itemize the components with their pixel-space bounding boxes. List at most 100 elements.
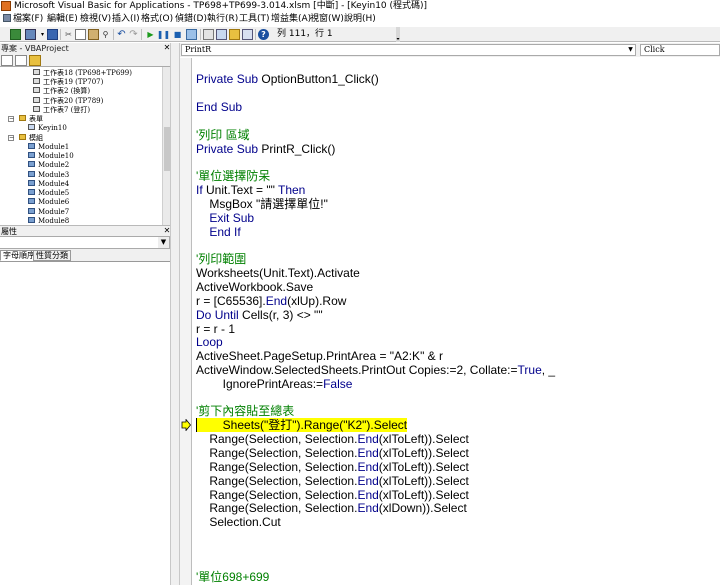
code-line: If Unit.Text = "" Then bbox=[196, 183, 305, 197]
sheet-icon bbox=[33, 87, 40, 93]
menu-edit-label: 編輯(E) bbox=[47, 14, 78, 24]
code-line: Range(Selection, Selection.End(xlToLeft)… bbox=[196, 446, 469, 460]
tree-item[interactable]: Module5 bbox=[28, 189, 69, 198]
menu-run[interactable]: 執行(R) bbox=[207, 12, 238, 27]
module-icon bbox=[28, 189, 35, 195]
tree-item[interactable]: Module1 bbox=[28, 143, 69, 152]
menu-addins[interactable]: 增益集(A) bbox=[271, 12, 311, 27]
tree-item-label: Module10 bbox=[38, 152, 74, 160]
tree-item-label: Module7 bbox=[38, 208, 70, 216]
code-line: Range(Selection, Selection.End(xlToLeft)… bbox=[196, 460, 469, 474]
design-mode-icon[interactable] bbox=[186, 29, 197, 40]
toolbox-icon[interactable] bbox=[242, 29, 253, 40]
collapse-icon[interactable]: − bbox=[8, 135, 14, 141]
code-line-text: '列印 區域 bbox=[196, 128, 250, 142]
undo-icon[interactable]: ↶ bbox=[116, 29, 127, 40]
cursor-position: 列 111，行 1 bbox=[277, 29, 333, 39]
paste-icon[interactable] bbox=[88, 29, 99, 40]
collapse-icon[interactable]: − bbox=[8, 116, 14, 122]
tree-item[interactable]: 工作表20 (TP789) bbox=[33, 97, 103, 106]
code-line: Do Until Cells(r, 3) <> "" bbox=[196, 308, 323, 322]
code-line: Private Sub OptionButton1_Click() bbox=[196, 72, 379, 86]
menu-window[interactable]: 視窗(W) bbox=[310, 12, 344, 27]
insert-userform-icon[interactable] bbox=[25, 29, 36, 40]
view-code-icon[interactable] bbox=[1, 55, 13, 66]
properties-title: 屬性 bbox=[0, 225, 170, 236]
save-icon[interactable] bbox=[47, 29, 58, 40]
break-icon[interactable]: ❚❚ bbox=[157, 29, 170, 40]
project-explorer-icon[interactable] bbox=[203, 29, 214, 40]
highlighted-statement: Sheets("登打").Range("K2").Select bbox=[196, 418, 408, 432]
procedure-select[interactable]: Click bbox=[640, 44, 720, 56]
toolbar-separator bbox=[113, 29, 114, 40]
code-line-text: If Unit.Text = "" Then bbox=[196, 183, 306, 197]
tree-item[interactable]: 工作表19 (TP707) bbox=[33, 78, 103, 87]
tree-item-label: Module1 bbox=[38, 143, 70, 151]
menu-help[interactable]: 說明(H) bbox=[344, 12, 376, 27]
toggle-folders-icon[interactable] bbox=[29, 55, 41, 66]
view-object-icon[interactable] bbox=[15, 55, 27, 66]
menu-debug[interactable]: 偵錯(D) bbox=[175, 12, 207, 27]
code-line-text: Do Until Cells(r, 3) <> "" bbox=[196, 308, 323, 322]
tree-item[interactable]: Module4 bbox=[28, 180, 69, 189]
properties-window-icon[interactable] bbox=[216, 29, 227, 40]
tree-item[interactable]: Module2 bbox=[28, 161, 69, 170]
menu-edit[interactable]: 編輯(E) bbox=[47, 12, 78, 27]
code-line: Range(Selection, Selection.End(xlDown)).… bbox=[196, 501, 467, 515]
tree-item[interactable]: Module10 bbox=[28, 152, 74, 161]
execution-pointer-icon bbox=[181, 418, 192, 432]
tree-item-label: 工作表7 (登打) bbox=[43, 106, 91, 114]
tree-item[interactable]: Module8 bbox=[28, 217, 69, 225]
tree-folder[interactable]: − 模組 bbox=[8, 134, 43, 143]
tree-item[interactable]: 工作表18 (TP698+TP699) bbox=[33, 69, 132, 78]
code-line: r = r - 1 bbox=[196, 322, 235, 336]
object-browser-icon[interactable] bbox=[229, 29, 240, 40]
project-explorer-toolbar bbox=[0, 54, 170, 67]
pane-splitter[interactable] bbox=[170, 43, 180, 585]
chevron-down-icon[interactable]: ▼ bbox=[626, 45, 635, 55]
code-line-text: '列印範圍 bbox=[196, 252, 247, 266]
menu-view[interactable]: 檢視(V) bbox=[80, 12, 111, 27]
code-line-text: Selection.Cut bbox=[196, 515, 281, 529]
code-line: Range(Selection, Selection.End(xlToLeft)… bbox=[196, 474, 469, 488]
tree-item[interactable]: Module3 bbox=[28, 171, 69, 180]
form-icon bbox=[28, 124, 35, 130]
menu-file[interactable]: 檔案(F) bbox=[3, 12, 43, 27]
view-excel-icon[interactable] bbox=[10, 29, 21, 40]
code-line-text: Worksheets(Unit.Text).Activate bbox=[196, 266, 360, 280]
find-icon[interactable]: ⚲ bbox=[100, 29, 111, 40]
menu-window-label: 視窗(W) bbox=[310, 14, 344, 24]
tab-categorized[interactable]: 性質分類 bbox=[33, 250, 71, 261]
tree-item[interactable]: Module6 bbox=[28, 198, 69, 207]
menu-insert[interactable]: 插入(I) bbox=[112, 12, 140, 27]
tree-item-label: Module8 bbox=[38, 217, 70, 225]
toolbar-separator bbox=[60, 29, 61, 40]
help-icon[interactable]: ? bbox=[258, 29, 269, 40]
menu-format[interactable]: 格式(O) bbox=[141, 12, 173, 27]
code-line-text: ActiveWindow.SelectedSheets.PrintOut Cop… bbox=[196, 363, 556, 377]
chevron-down-icon[interactable]: ▼ bbox=[158, 237, 169, 248]
tree-item-label: 工作表2 (換算) bbox=[43, 87, 91, 95]
project-tree-scrollbar[interactable] bbox=[162, 67, 170, 225]
tree-item[interactable]: Module7 bbox=[28, 208, 69, 217]
code-line-text: IgnorePrintAreas:=False bbox=[196, 377, 353, 391]
toolbar-options-icon[interactable] bbox=[396, 27, 400, 42]
reset-icon[interactable]: ■ bbox=[172, 29, 183, 40]
tree-item[interactable]: 工作表7 (登打) bbox=[33, 106, 90, 115]
code-margin[interactable] bbox=[180, 58, 192, 585]
tree-folder[interactable]: − 表單 bbox=[8, 115, 43, 124]
code-line-text: Private Sub PrintR_Click() bbox=[196, 142, 336, 156]
redo-icon[interactable]: ↷ bbox=[128, 29, 139, 40]
properties-object-select[interactable] bbox=[0, 236, 170, 249]
menu-tools[interactable]: 工具(T) bbox=[239, 12, 270, 27]
code-line-text: End Sub bbox=[196, 100, 243, 114]
cut-icon[interactable]: ✂ bbox=[63, 29, 74, 40]
project-tree: 工作表18 (TP698+TP699) 工作表19 (TP707) 工作表2 (… bbox=[0, 67, 162, 225]
object-select[interactable]: PrintR bbox=[181, 44, 636, 56]
copy-icon[interactable] bbox=[75, 29, 86, 40]
run-icon[interactable]: ▶ bbox=[145, 29, 156, 40]
code-line-text: r = r - 1 bbox=[196, 322, 236, 336]
code-comment: '列印 區域 bbox=[196, 128, 250, 142]
tree-item[interactable]: 工作表2 (換算) bbox=[33, 87, 90, 96]
tree-item[interactable]: Keyin10 bbox=[28, 124, 67, 133]
